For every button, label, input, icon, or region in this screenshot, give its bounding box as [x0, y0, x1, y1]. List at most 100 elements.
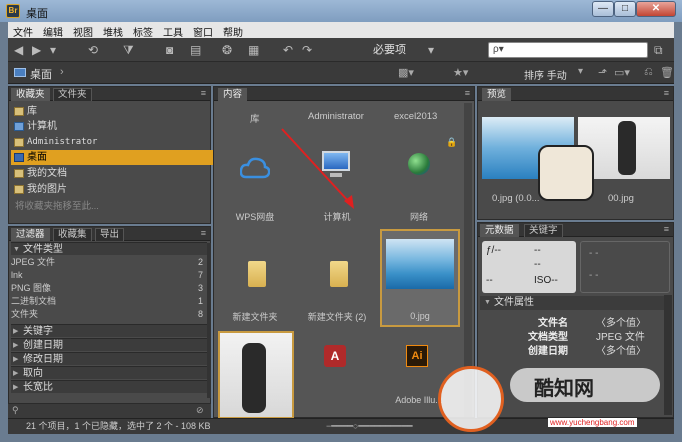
favorites-tabs: 收藏夹 文件夹 ≡ [9, 87, 210, 101]
panel-menu-icon[interactable]: ≡ [201, 88, 206, 98]
forward-icon[interactable]: ▶ [32, 42, 41, 58]
preview-panel: 预览 ≡ 0.jpg (0.0... 00.jpg [477, 86, 674, 220]
open-in-camera-raw-icon[interactable]: ❂ [222, 42, 232, 58]
filter-date-created-header[interactable]: 创建日期 [11, 338, 207, 352]
rotate-left-icon[interactable]: ↶ [283, 42, 293, 58]
panel-menu-icon[interactable]: ≡ [664, 224, 669, 234]
tab-export[interactable]: 导出 [95, 228, 125, 241]
favorite-label: 我的文档 [27, 168, 67, 179]
computer-icon [14, 122, 24, 131]
favorite-computer[interactable]: 计算机 [11, 119, 217, 134]
content-item-new-folder-2[interactable]: 新建文件夹 (2) [296, 227, 378, 327]
filter-scrollbar[interactable] [207, 243, 211, 398]
photo-thumbnail [242, 343, 266, 413]
new-folder-icon[interactable]: ▭▾ [614, 66, 630, 79]
delete-icon[interactable]: 🗑 [660, 66, 674, 79]
rating-filter-icon[interactable]: ★▾ [453, 66, 468, 79]
folder-icon [330, 261, 348, 287]
exposure-value: -- [534, 259, 541, 270]
watermark-url: www.yuchengbang.com [548, 418, 637, 427]
filter-icon[interactable]: ⧩ [123, 42, 134, 58]
content-item-0jpg[interactable]: 0.jpg [380, 229, 460, 327]
favorite-pictures[interactable]: 我的图片 [11, 182, 217, 197]
output-icon[interactable]: ▦ [248, 42, 259, 58]
favorite-administrator[interactable]: Administrator [11, 135, 217, 150]
tab-preview[interactable]: 预览 [482, 88, 512, 101]
filter-row[interactable]: JPEG 文件 2 [11, 257, 207, 268]
thumbnail-quality-icon[interactable]: ▩▾ [398, 66, 414, 79]
boomerang-icon[interactable]: ⟲ [88, 42, 98, 58]
maximize-button[interactable]: □ [614, 1, 636, 17]
rotate-right-icon[interactable]: ↷ [302, 42, 312, 58]
field-key: 文档类型 [528, 332, 568, 343]
path-location[interactable]: 桌面 [30, 66, 52, 82]
recent-dropdown-icon[interactable]: ▾ [50, 42, 56, 58]
network-icon [408, 153, 430, 175]
content-item-network[interactable]: 网络 [378, 127, 460, 227]
tab-collections[interactable]: 收藏集 [53, 228, 92, 241]
filter-row[interactable]: lnk 7 [11, 270, 207, 281]
filter-row[interactable]: PNG 图像 3 [11, 283, 207, 294]
watermark-text: 酷知网 [534, 378, 594, 400]
favorite-desktop[interactable]: 桌面 [11, 150, 217, 165]
filter-row[interactable]: 文件夹 8 [11, 309, 207, 320]
drag-hint: 将收藏夹拖移至此... [15, 201, 99, 212]
workspace-dropdown-icon[interactable]: ▾ [428, 42, 434, 58]
search-input[interactable]: ρ▾ [488, 42, 648, 58]
back-icon[interactable]: ◀ [14, 42, 23, 58]
filter-aspect-ratio-header[interactable]: 长宽比 [11, 380, 207, 394]
close-button[interactable]: ✕ [636, 1, 676, 17]
favorite-documents[interactable]: 我的文档 [11, 166, 217, 181]
tab-favorites[interactable]: 收藏夹 [11, 88, 50, 101]
content-tabs: 内容 ≡ [214, 87, 474, 101]
content-item-access[interactable]: A [296, 331, 378, 431]
documents-icon [14, 169, 24, 178]
sort-dropdown-icon[interactable]: ▾ [578, 66, 583, 77]
file-properties-header[interactable]: 文件属性 [480, 296, 670, 310]
minimize-button[interactable]: — [592, 1, 614, 17]
filter-date-modified-header[interactable]: 修改日期 [11, 352, 207, 366]
filter-file-type-header[interactable]: 文件类型 [11, 242, 207, 256]
tab-filter[interactable]: 过滤器 [11, 228, 50, 241]
loupe-icon[interactable] [538, 145, 594, 201]
item-label-excel2013[interactable]: excel2013 [394, 111, 437, 122]
zoom-slider[interactable]: −━━━━○━━━━━━━━━━ [326, 419, 413, 434]
item-label-administrator[interactable]: Administrator [308, 111, 364, 122]
tab-metadata[interactable]: 元数据 [480, 224, 519, 237]
compact-mode-icon[interactable]: ⧉ [654, 42, 663, 58]
tab-folders[interactable]: 文件夹 [53, 88, 92, 101]
toolbar: ◀ ▶ ▾ ⟲ ⧩ ◙ ▤ ❂ ▦ ↶ ↷ 必要项 ▾ ρ▾ ⧉ [8, 38, 674, 62]
path-chevron-icon[interactable]: › [60, 66, 64, 78]
panel-menu-icon[interactable]: ≡ [201, 228, 206, 238]
content-item-new-folder[interactable]: 新建文件夹 [214, 227, 296, 327]
filter-row[interactable]: 二进制文档 1 [11, 296, 207, 307]
collapse-icon[interactable]: ▼ [484, 299, 491, 306]
filter-orientation-header[interactable]: 取向 [11, 366, 207, 380]
camera-icon[interactable]: ◙ [166, 42, 173, 58]
tab-content[interactable]: 内容 [218, 88, 248, 101]
preview-caption-2: 00.jpg [608, 193, 634, 204]
no-filter-icon[interactable]: ⊘ [196, 405, 204, 416]
open-recent-icon[interactable]: ⎌ [644, 66, 653, 79]
sort-control[interactable]: 排序 手动 [524, 67, 567, 82]
field-key: 创建日期 [528, 346, 568, 357]
content-item-photo[interactable] [218, 331, 294, 419]
shutter-value: -- [534, 245, 541, 256]
panel-menu-icon[interactable]: ≡ [465, 88, 470, 98]
panel-menu-icon[interactable]: ≡ [664, 88, 669, 98]
filter-keywords-header[interactable]: 关键字 [11, 324, 207, 338]
filter-row-count: 1 [197, 296, 203, 306]
item-label: 新建文件夹 (2) [307, 312, 367, 322]
refine-icon[interactable]: ▤ [190, 42, 201, 58]
sort-direction-icon[interactable]: ⬏ [598, 66, 607, 79]
watermark-logo-icon [438, 366, 504, 432]
preview-tabs: 预览 ≡ [478, 87, 673, 101]
item-label: 新建文件夹 [232, 312, 278, 322]
pictures-icon [14, 185, 24, 194]
filter-panel: 过滤器 收藏集 导出 ≡ 文件类型 JPEG 文件2 lnk7 PNG 图像3 … [8, 226, 211, 404]
item-label-library[interactable]: 库 [250, 111, 260, 125]
workspace-label[interactable]: 必要项 [373, 42, 406, 58]
favorite-library[interactable]: 库 [11, 104, 217, 119]
pin-icon[interactable]: ⚲ [12, 405, 19, 416]
tab-keywords[interactable]: 关键字 [524, 224, 563, 237]
